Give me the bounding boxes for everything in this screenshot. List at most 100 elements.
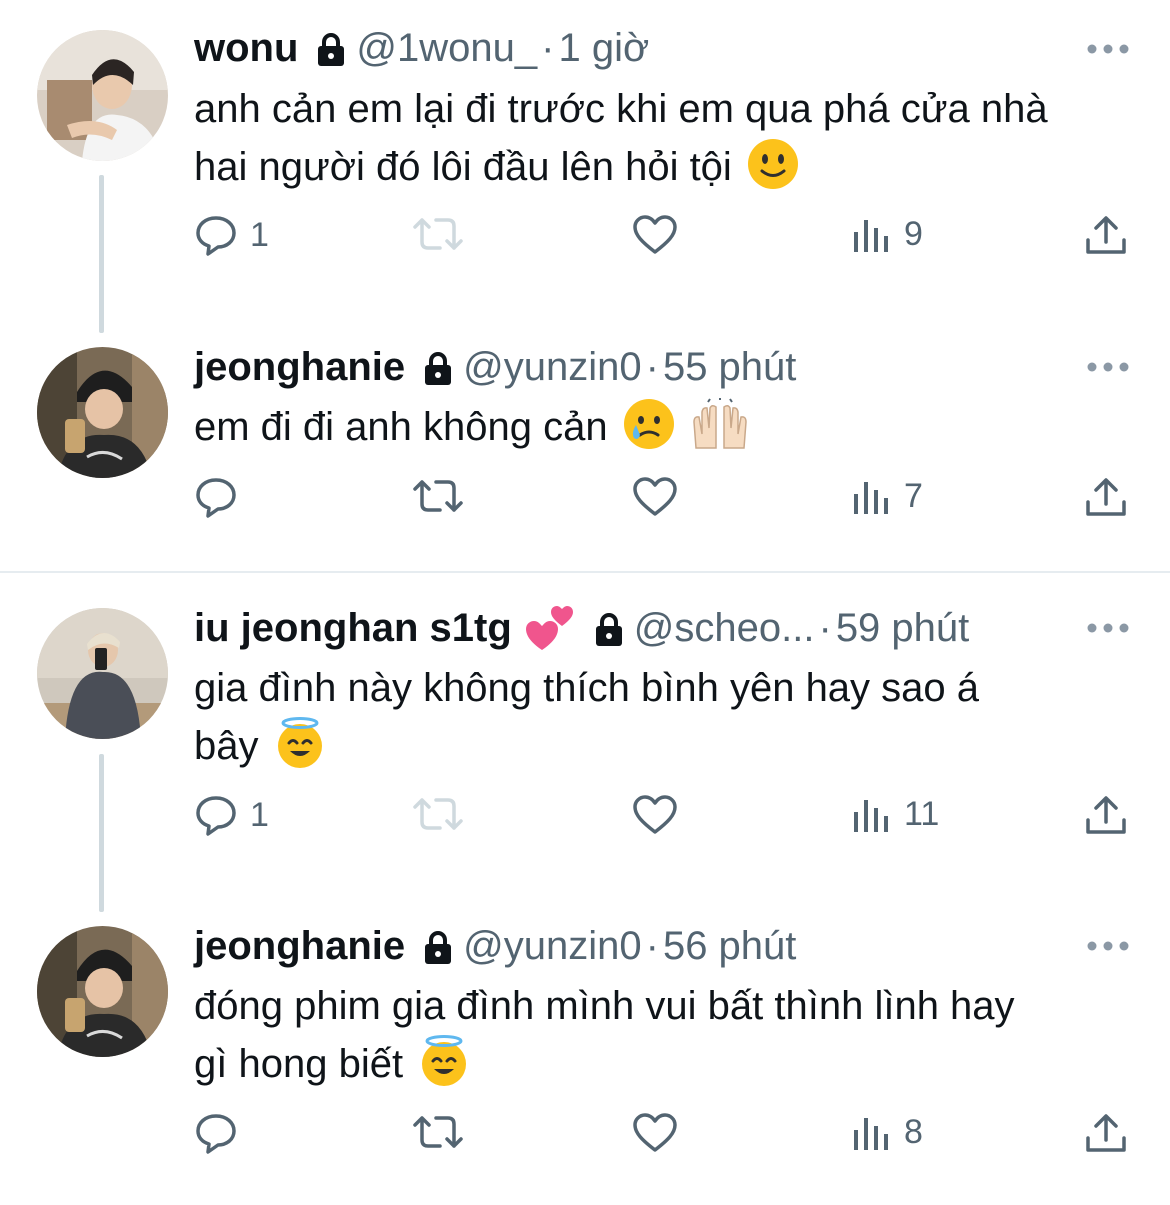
reply-button[interactable]: 1	[194, 214, 269, 256]
share-button[interactable]	[1085, 214, 1127, 256]
reply-icon	[196, 1114, 236, 1154]
like-button[interactable]	[632, 1112, 678, 1154]
tweet-text-line: hai người đó lôi đầu lên hỏi tội	[194, 145, 732, 189]
like-icon	[633, 477, 677, 516]
username[interactable]: @1wonu_	[356, 28, 537, 68]
views-button[interactable]: 11	[852, 794, 939, 834]
avatar[interactable]	[37, 30, 168, 161]
action-bar: 1 11	[0, 794, 1170, 854]
timestamp[interactable]: 59 phút	[836, 608, 969, 648]
share-button[interactable]	[1085, 794, 1127, 836]
reply-button[interactable]	[194, 476, 250, 518]
like-button[interactable]	[632, 476, 678, 518]
like-icon	[633, 215, 677, 254]
tweet-text: đóng phim gia đình mình vui bất thình lì…	[194, 977, 1144, 1093]
views-button[interactable]: 8	[852, 1112, 923, 1152]
tweet-text-line: đóng phim gia đình mình vui bất thình lì…	[194, 984, 1015, 1028]
avatar[interactable]	[37, 926, 168, 1057]
face-holding-back-tears-icon	[623, 398, 675, 450]
display-name[interactable]: jeonghanie	[194, 347, 405, 387]
retweet-button[interactable]	[412, 214, 464, 254]
like-icon	[633, 1113, 677, 1152]
lock-icon	[316, 33, 346, 67]
tweet-text-line-2: hai người đó lôi đầu lên hỏi tội	[194, 138, 1144, 196]
tweet-text-line-2: bây	[194, 717, 1144, 775]
retweet-button[interactable]	[412, 476, 464, 516]
separator: ·	[818, 606, 832, 650]
tweet-header: jeonghanie @yunzin0 · 55 phút	[194, 337, 796, 397]
action-bar: 8	[0, 1112, 1170, 1172]
username[interactable]: @scheo...	[634, 608, 815, 648]
tweet-text-line: gia đình này không thích bình yên hay sa…	[194, 666, 980, 710]
smiling-face-with-halo-icon	[418, 1035, 470, 1087]
views-count: 8	[904, 1112, 923, 1151]
like-button[interactable]	[632, 214, 678, 256]
username[interactable]: @yunzin0	[463, 926, 641, 966]
action-bar: 1 9	[0, 214, 1170, 274]
reply-button[interactable]: 1	[194, 794, 269, 836]
username[interactable]: @yunzin0	[463, 347, 641, 387]
tweet-text-line: bây	[194, 724, 259, 768]
share-button[interactable]	[1085, 476, 1127, 518]
share-icon	[1086, 478, 1126, 516]
reply-count: 1	[250, 215, 269, 254]
display-name[interactable]: wonu	[194, 28, 298, 68]
display-name[interactable]: iu jeonghan s1tg	[194, 608, 512, 648]
separator: ·	[541, 26, 555, 70]
retweet-button[interactable]	[412, 1112, 464, 1152]
views-icon	[854, 482, 888, 514]
reply-button[interactable]	[194, 1112, 250, 1154]
timestamp[interactable]: 55 phút	[663, 347, 796, 387]
tweet-text: anh cản em lại đi trước khi em qua phá c…	[194, 80, 1144, 196]
lock-icon	[423, 931, 453, 965]
more-icon[interactable]	[1086, 360, 1130, 372]
separator: ·	[645, 345, 659, 389]
retweet-icon	[413, 798, 463, 830]
lock-icon	[423, 352, 453, 386]
views-count: 11	[904, 794, 940, 833]
lock-icon	[594, 613, 624, 647]
two-hearts-icon	[524, 602, 576, 654]
views-icon	[854, 1118, 888, 1150]
views-count: 9	[904, 214, 923, 253]
share-button[interactable]	[1085, 1112, 1127, 1154]
share-icon	[1086, 796, 1126, 834]
tweet-text-line-2: gì hong biết	[194, 1035, 1144, 1093]
tweet-text: em đi đi anh không cản	[194, 397, 1144, 456]
raising-hands-icon	[690, 397, 747, 450]
like-icon	[633, 795, 677, 834]
tweet-text-line-1: em đi đi anh không cản	[194, 397, 1144, 456]
more-icon[interactable]	[1086, 939, 1130, 951]
reply-icon	[196, 216, 236, 256]
views-icon	[854, 800, 888, 832]
timestamp[interactable]: 56 phút	[663, 926, 796, 966]
views-button[interactable]: 9	[852, 214, 923, 254]
retweet-icon	[413, 1116, 463, 1148]
retweet-icon	[413, 480, 463, 512]
timestamp[interactable]: 1 giờ	[558, 28, 649, 68]
display-name[interactable]: jeonghanie	[194, 926, 405, 966]
separator: ·	[645, 924, 659, 968]
more-icon[interactable]	[1086, 42, 1130, 54]
views-count: 7	[904, 476, 923, 515]
smiling-face-with-halo-icon	[274, 717, 326, 769]
views-icon	[854, 220, 888, 252]
avatar[interactable]	[37, 608, 168, 739]
retweet-icon	[413, 218, 463, 250]
tweet-text-line: em đi đi anh không cản	[194, 405, 608, 449]
tweet-header: iu jeonghan s1tg @scheo... · 59 phút	[194, 598, 969, 658]
reply-icon	[196, 796, 236, 836]
avatar[interactable]	[37, 347, 168, 478]
slightly-smiling-face-icon	[747, 138, 799, 190]
action-bar: 7	[0, 476, 1170, 536]
views-button[interactable]: 7	[852, 476, 923, 516]
tweet-text-line: anh cản em lại đi trước khi em qua phá c…	[194, 87, 1048, 131]
retweet-button[interactable]	[412, 794, 464, 834]
reply-icon	[196, 478, 236, 518]
more-icon[interactable]	[1086, 621, 1130, 633]
share-icon	[1086, 216, 1126, 254]
tweet-header: jeonghanie @yunzin0 · 56 phút	[194, 916, 796, 976]
share-icon	[1086, 1114, 1126, 1152]
like-button[interactable]	[632, 794, 678, 836]
tweet-text-line: gì hong biết	[194, 1042, 404, 1086]
